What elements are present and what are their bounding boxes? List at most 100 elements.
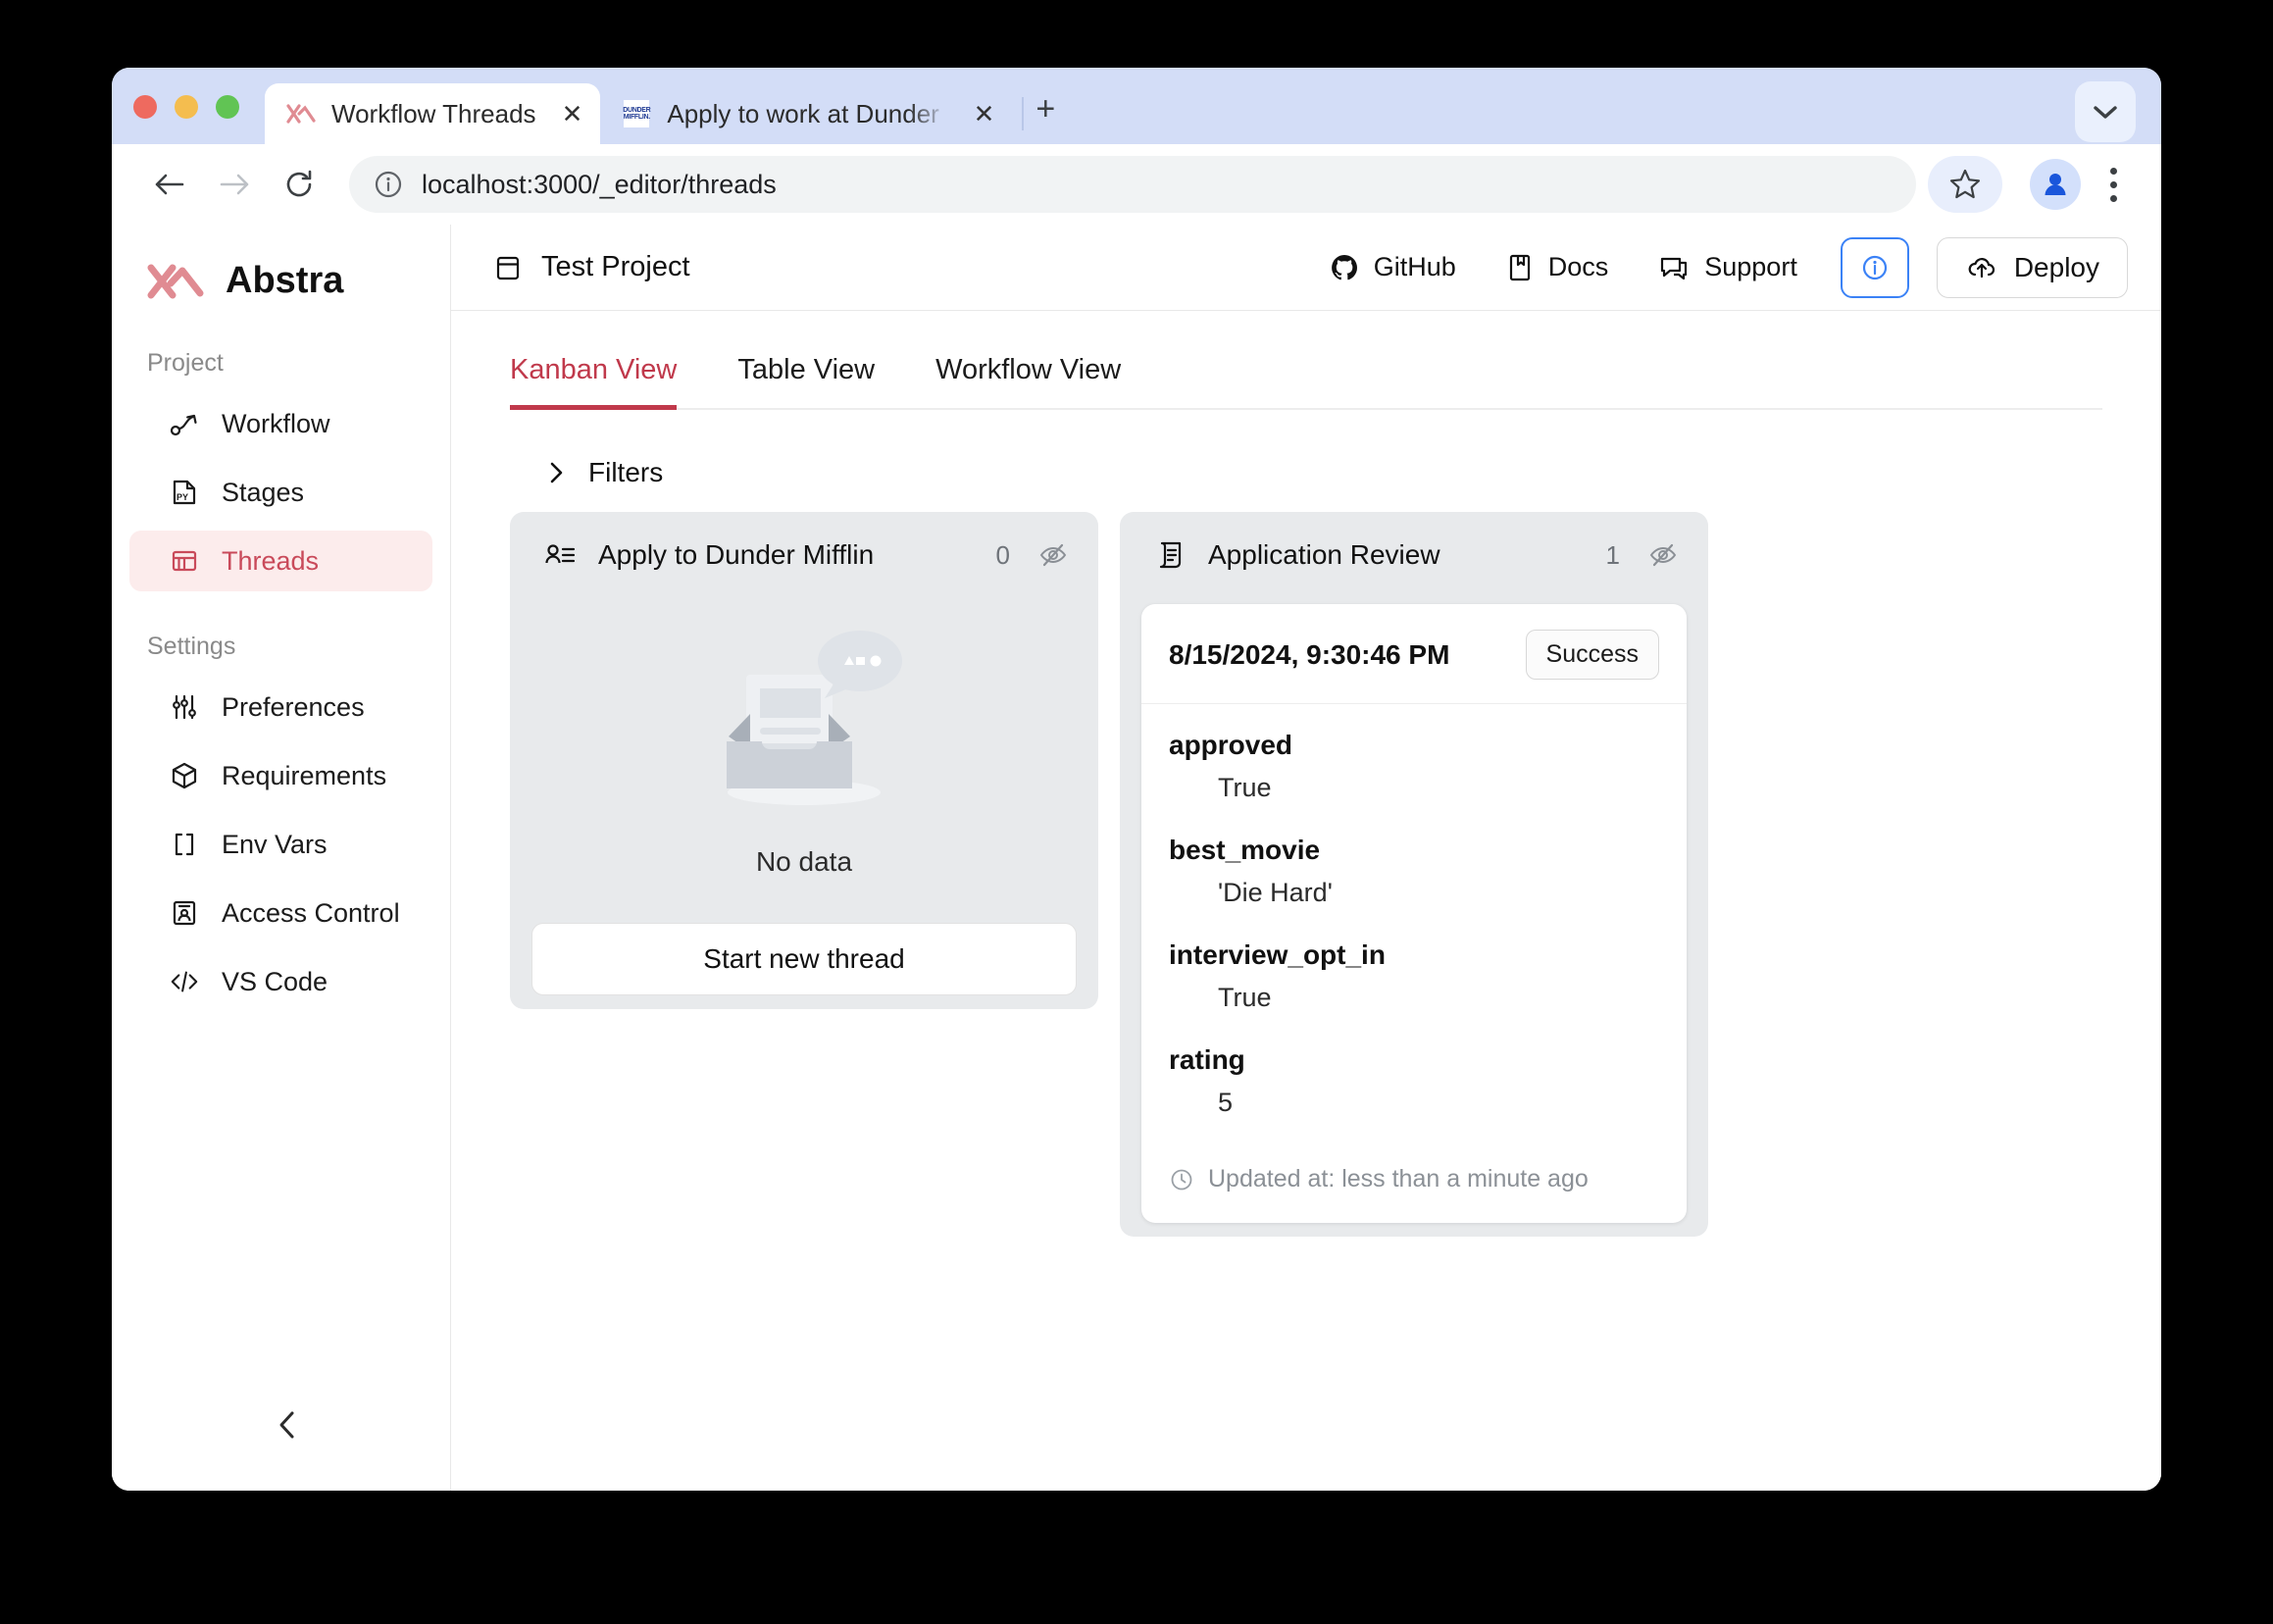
close-tab-button[interactable]: ✕ <box>964 101 995 127</box>
column-body: 8/15/2024, 9:30:46 PM Success approved T… <box>1120 604 1708 1223</box>
sidebar-collapse-button[interactable] <box>261 1398 314 1451</box>
updated-at-text: Updated at: less than a minute ago <box>1208 1165 1589 1193</box>
workflow-node-icon <box>169 408 200 439</box>
field-value: True <box>1218 983 1272 1012</box>
back-button[interactable] <box>137 152 202 217</box>
info-circle-icon[interactable] <box>373 169 404 200</box>
brand-name: Abstra <box>226 260 344 301</box>
support-label: Support <box>1704 252 1797 281</box>
address-bar[interactable]: localhost:3000/_editor/threads <box>349 156 1916 213</box>
tab-title: Apply to work at Dunder Miffli <box>667 98 947 128</box>
svg-text:PY: PY <box>177 492 188 502</box>
code-tags-icon <box>169 966 200 997</box>
close-tab-button[interactable]: ✕ <box>552 101 583 127</box>
sidebar-item-requirements[interactable]: Requirements <box>129 745 432 806</box>
chevron-left-icon <box>273 1407 302 1443</box>
package-box-icon <box>169 760 200 791</box>
column-header: Apply to Dunder Mifflin 0 <box>510 512 1098 594</box>
github-link[interactable]: GitHub <box>1311 244 1474 291</box>
python-file-icon: PY <box>169 477 200 508</box>
sidebar-item-preferences[interactable]: Preferences <box>129 677 432 737</box>
eye-off-icon[interactable] <box>1647 539 1679 571</box>
chat-bubbles-icon <box>1657 252 1691 283</box>
filters-label: Filters <box>588 457 664 487</box>
profile-button[interactable] <box>2030 159 2081 210</box>
dunder-mifflin-icon: DUNDER MIFFLIN. <box>622 99 651 128</box>
status-badge[interactable]: Success <box>1525 630 1659 680</box>
maximize-window-button[interactable] <box>216 95 239 119</box>
view-tabs: Kanban View Table View Workflow View <box>510 354 2102 410</box>
new-tab-button[interactable]: + <box>1035 90 1055 144</box>
docs-link[interactable]: Docs <box>1488 244 1627 291</box>
sidebar-item-label: Threads <box>222 545 320 576</box>
thread-card-header: 8/15/2024, 9:30:46 PM Success <box>1141 604 1687 704</box>
deploy-button[interactable]: Deploy <box>1936 236 2128 298</box>
column-title: Application Review <box>1208 539 1440 570</box>
sidebar-item-workflow[interactable]: Workflow <box>129 393 432 454</box>
tab-table-view[interactable]: Table View <box>737 354 875 408</box>
sidebar-group-title-project: Project <box>147 349 224 377</box>
project-name: Test Project <box>541 251 690 282</box>
support-link[interactable]: Support <box>1640 244 1815 291</box>
info-button[interactable] <box>1840 236 1909 298</box>
field-value: 5 <box>1218 1088 1234 1117</box>
kanban-column-application-review: Application Review 1 8/15/2024, 9:30:46 … <box>1120 512 1708 1237</box>
filters-toggle[interactable]: Filters <box>545 457 2102 488</box>
reload-button[interactable] <box>267 152 331 217</box>
brackets-icon <box>169 829 200 860</box>
sidebar-item-stages[interactable]: PY Stages <box>129 462 432 523</box>
content-area: Test Project GitHub Docs Support Deploy … <box>451 225 2161 1491</box>
kanban-board-icon <box>169 545 200 577</box>
eye-off-icon[interactable] <box>1037 539 1069 571</box>
topbar-actions: GitHub Docs Support Deploy <box>1311 236 2128 298</box>
docs-label: Docs <box>1547 252 1609 281</box>
browser-tab-strip: Workflow Threads ✕ DUNDER MIFFLIN. Apply … <box>112 68 2161 144</box>
github-label: GitHub <box>1373 252 1456 281</box>
arrow-right-icon <box>217 170 252 199</box>
thread-card[interactable]: 8/15/2024, 9:30:46 PM Success approved T… <box>1141 604 1687 1223</box>
browser-menu-button[interactable] <box>2091 167 2136 202</box>
thread-field: best_movie 'Die Hard' <box>1169 835 1659 908</box>
browser-tab-dunder-mifflin[interactable]: DUNDERMIFFLIN. Apply to work at Dunder M… <box>600 83 1012 144</box>
minimize-window-button[interactable] <box>175 95 198 119</box>
start-new-thread-button[interactable]: Start new thread <box>531 923 1077 995</box>
sidebar-item-access-control[interactable]: Access Control <box>129 883 432 943</box>
star-icon <box>1948 168 1982 201</box>
project-indicator[interactable]: Test Project <box>492 251 690 283</box>
kanban-column-apply-to-dunder-mifflin: Apply to Dunder Mifflin 0 No data Start … <box>510 512 1098 1009</box>
thread-field: approved True <box>1169 730 1659 803</box>
tab-kanban-view[interactable]: Kanban View <box>510 354 678 410</box>
abstra-logo-icon <box>147 261 204 302</box>
column-body: No data Start new thread <box>510 594 1098 995</box>
clock-icon <box>1169 1167 1194 1193</box>
tab-separator <box>1022 97 1025 130</box>
chevron-down-icon <box>2092 103 2119 121</box>
sidebar-item-label: Preferences <box>222 691 365 722</box>
forward-button[interactable] <box>202 152 267 217</box>
sidebar-item-env-vars[interactable]: Env Vars <box>129 814 432 875</box>
bookmark-button[interactable] <box>1928 156 2002 213</box>
sidebar-item-label: Access Control <box>222 897 400 928</box>
sidebar-item-threads[interactable]: Threads <box>129 531 432 591</box>
github-icon <box>1329 252 1360 283</box>
field-key: best_movie <box>1169 835 1321 865</box>
browser-tab-workflow-threads[interactable]: Workflow Threads ✕ <box>265 83 601 144</box>
close-window-button[interactable] <box>133 95 157 119</box>
tab-workflow-view[interactable]: Workflow View <box>935 354 1121 408</box>
sidebar-item-label: Workflow <box>222 408 330 438</box>
window-traffic-lights <box>133 95 265 144</box>
browser-window: Workflow Threads ✕ DUNDER MIFFLIN. Apply … <box>112 68 2161 1491</box>
chevron-right-icon <box>545 459 567 486</box>
form-person-icon <box>543 539 577 571</box>
thread-timestamp: 8/15/2024, 9:30:46 PM <box>1169 638 1450 670</box>
tab-list-button[interactable] <box>2075 81 2136 142</box>
column-count: 1 <box>1605 539 1620 570</box>
sliders-icon <box>169 691 200 723</box>
field-value: True <box>1218 773 1272 802</box>
account-avatar-icon <box>2039 168 2072 201</box>
empty-state-text: No data <box>755 846 853 877</box>
column-title: Apply to Dunder Mifflin <box>598 539 875 570</box>
sidebar-item-vs-code[interactable]: VS Code <box>129 951 432 1012</box>
app-topbar: Test Project GitHub Docs Support Deploy <box>451 225 2161 311</box>
